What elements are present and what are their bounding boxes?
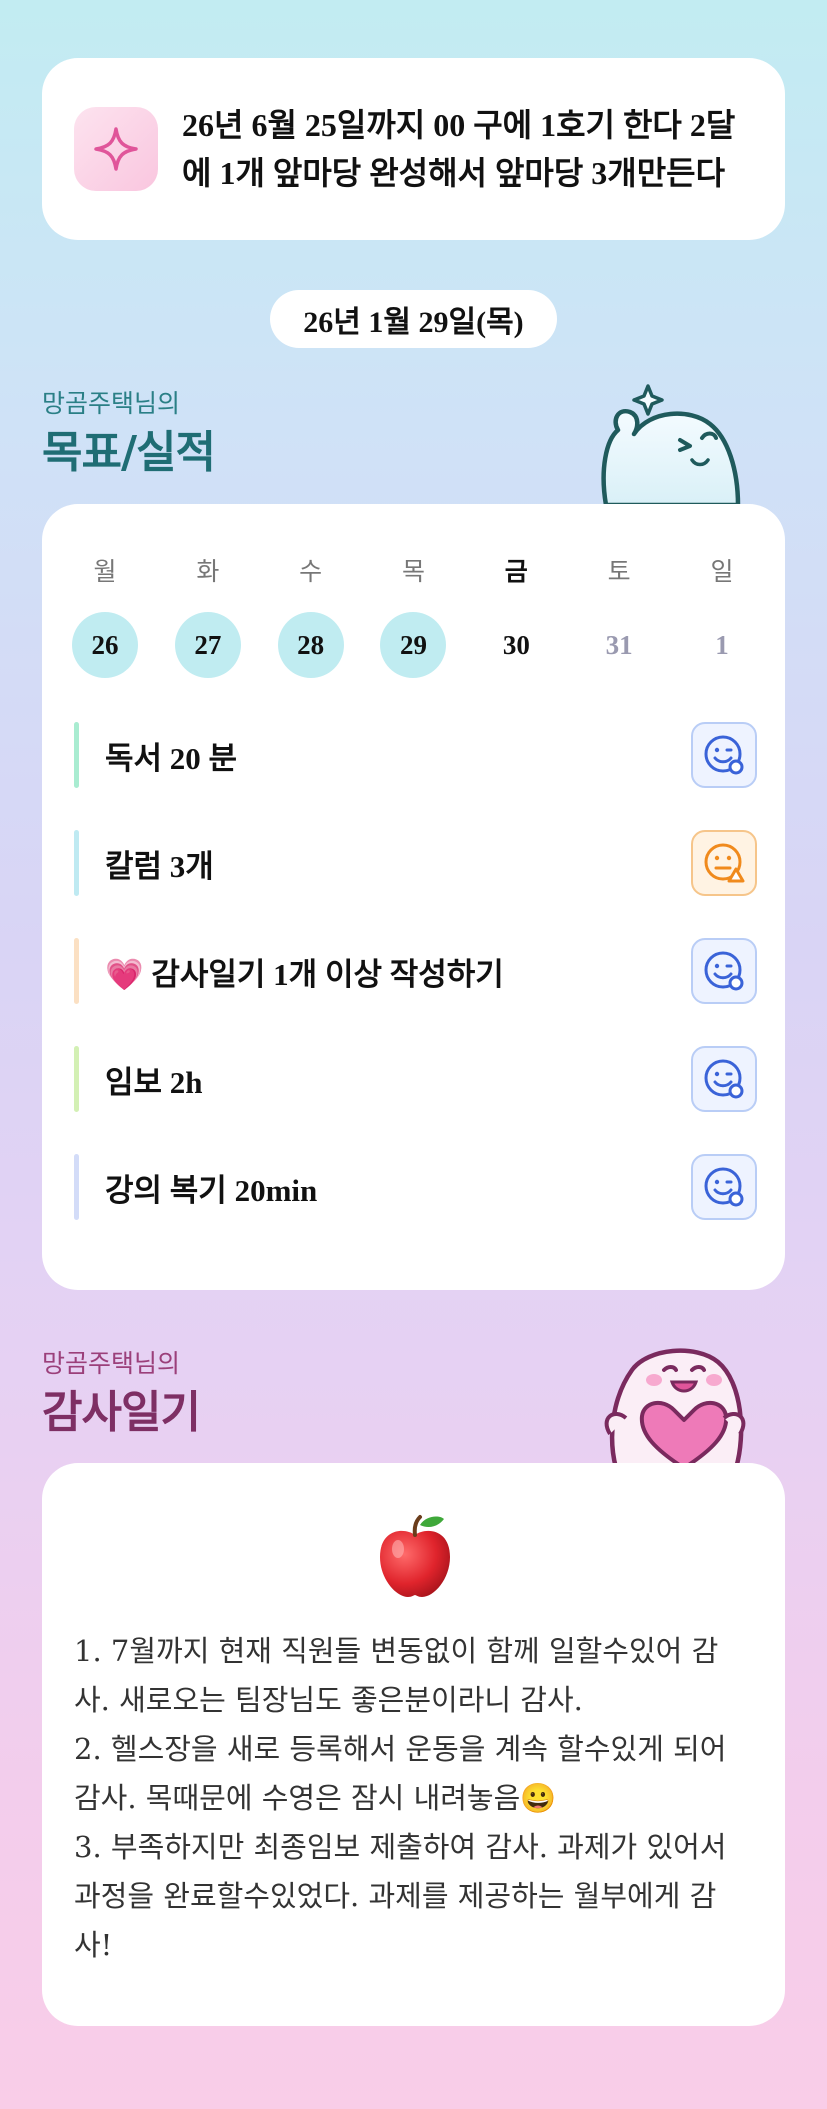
journal-section-subtitle: 망곰주택님의 <box>42 1350 181 1378</box>
journal-section-title: 감사일기 <box>42 1387 201 1438</box>
journal-panel: 1. 7월까지 현재 직원들 변동없이 함께 일할수있어 감사. 새로오는 팀장… <box>42 1463 785 2026</box>
task-accent-bar <box>74 1154 79 1220</box>
task-row[interactable]: 💗 감사일기 1개 이상 작성하기 <box>74 938 757 1004</box>
task-label: 칼럼 3개 <box>105 848 214 884</box>
weekday-label: 목 <box>401 557 425 586</box>
happy-face-icon[interactable] <box>691 722 757 788</box>
weekday-row: 월 화 수 목 금 토 일 <box>72 552 755 588</box>
goals-panel: 월 화 수 목 금 토 일 26 27 28 29 30 31 1 독서 20 … <box>42 504 785 1290</box>
task-row[interactable]: 임보 2h <box>74 1046 757 1112</box>
day-28[interactable]: 28 <box>277 612 344 678</box>
goals-section-subtitle: 망곰주택님의 <box>42 390 181 418</box>
task-row[interactable]: 강의 복기 20min <box>74 1154 757 1220</box>
day-27[interactable]: 27 <box>174 612 241 678</box>
weekday-label: 화 <box>196 557 220 586</box>
day-30[interactable]: 30 <box>483 612 549 678</box>
day-1[interactable]: 1 <box>689 612 755 678</box>
day-row: 26 27 28 29 30 31 1 <box>72 612 755 678</box>
task-label: 독서 20 분 <box>105 740 238 776</box>
task-accent-bar <box>74 722 79 788</box>
goals-section-title: 목표/실적 <box>42 427 216 478</box>
happy-face-icon[interactable] <box>691 938 757 1004</box>
task-label: 강의 복기 20min <box>105 1172 318 1208</box>
task-accent-bar <box>74 938 79 1004</box>
task-label: 임보 2h <box>105 1064 203 1100</box>
day-31[interactable]: 31 <box>586 612 652 678</box>
weekday-label: 수 <box>299 557 323 586</box>
day-26[interactable]: 26 <box>72 612 138 678</box>
weekday-label: 월 <box>93 557 117 586</box>
apple-icon <box>380 1515 450 1597</box>
task-label: 💗 감사일기 1개 이상 작성하기 <box>105 956 504 992</box>
weekday-label: 토 <box>607 557 631 586</box>
goal-card: 26년 6월 25일까지 00 구에 1호기 한다 2달에 1개 앞마당 완성해… <box>42 58 785 240</box>
goal-text: 26년 6월 25일까지 00 구에 1호기 한다 2달에 1개 앞마당 완성해… <box>182 107 736 191</box>
day-29[interactable]: 29 <box>380 612 447 678</box>
sparkle-icon <box>74 107 158 191</box>
task-row[interactable]: 독서 20 분 <box>74 722 757 788</box>
date-label[interactable]: 26년 1월 29일(목) <box>270 290 557 348</box>
neutral-face-warning-icon[interactable] <box>691 830 757 896</box>
weekday-label: 일 <box>710 557 734 586</box>
task-accent-bar <box>74 1046 79 1112</box>
task-accent-bar <box>74 830 79 896</box>
mascot-heart-icon <box>604 1348 746 1468</box>
happy-face-icon[interactable] <box>691 1046 757 1112</box>
happy-face-icon[interactable] <box>691 1154 757 1220</box>
task-row[interactable]: 칼럼 3개 <box>74 830 757 896</box>
journal-text: 1. 7월까지 현재 직원들 변동없이 함께 일할수있어 감사. 새로오는 팀장… <box>74 1634 727 1962</box>
weekday-label-today: 금 <box>504 557 528 586</box>
mascot-waving-icon <box>601 384 741 505</box>
